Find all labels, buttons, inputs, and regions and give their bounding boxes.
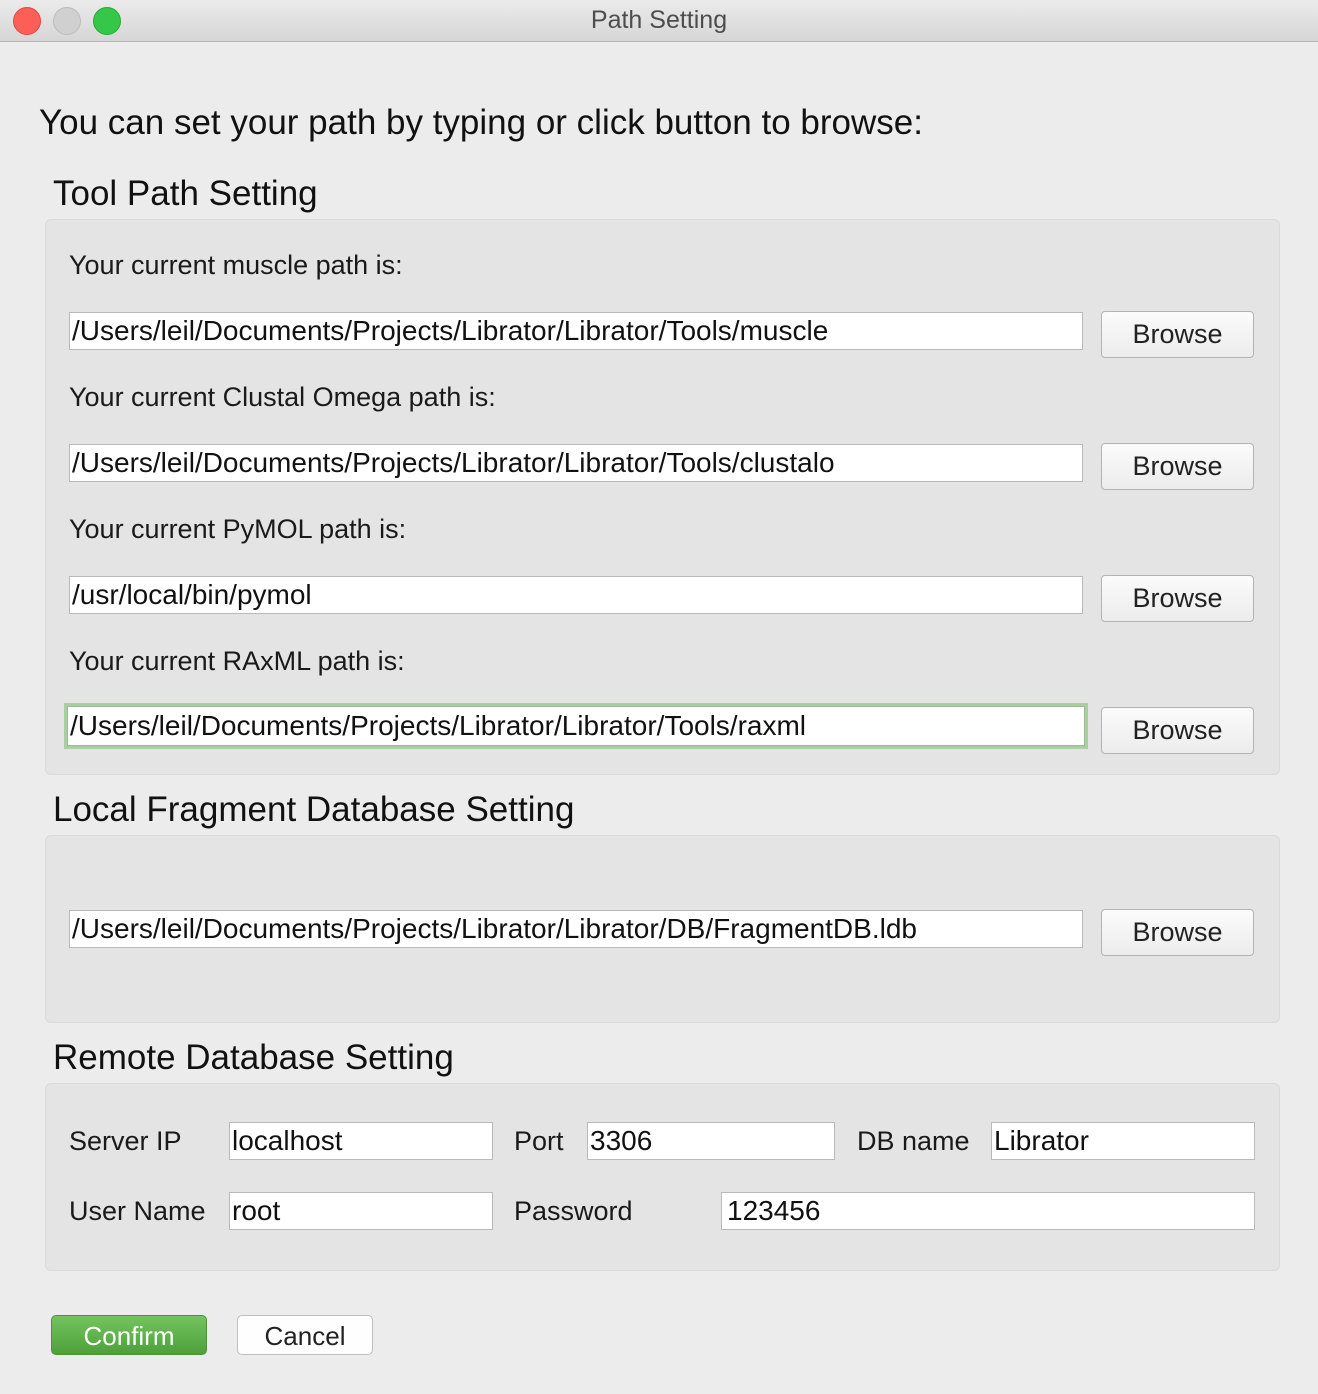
browse-raxml-button[interactable]: Browse <box>1101 707 1254 754</box>
pymol-path-label: Your current PyMOL path is: <box>69 514 407 544</box>
browse-fragment-db-button[interactable]: Browse <box>1101 909 1254 956</box>
db-name-input[interactable] <box>991 1122 1255 1160</box>
muscle-path-input[interactable] <box>69 312 1083 350</box>
password-input[interactable] <box>721 1192 1255 1230</box>
user-name-label: User Name <box>69 1196 206 1226</box>
remote-db-section-title: Remote Database Setting <box>53 1038 454 1077</box>
server-ip-input[interactable] <box>229 1122 493 1160</box>
browse-pymol-button[interactable]: Browse <box>1101 575 1254 622</box>
browse-clustal-button[interactable]: Browse <box>1101 443 1254 490</box>
fragment-db-path-input[interactable] <box>69 910 1083 948</box>
db-name-label: DB name <box>857 1126 970 1156</box>
window-title: Path Setting <box>590 6 728 34</box>
instruction-text: You can set your path by typing or click… <box>39 103 923 142</box>
raxml-path-input[interactable] <box>67 706 1085 746</box>
confirm-button[interactable]: Confirm <box>51 1315 207 1355</box>
local-db-section-title: Local Fragment Database Setting <box>53 790 575 829</box>
pymol-path-input[interactable] <box>69 576 1083 614</box>
clustal-path-input[interactable] <box>69 444 1083 482</box>
user-name-input[interactable] <box>229 1192 493 1230</box>
port-label: Port <box>514 1126 564 1156</box>
tool-path-group <box>45 219 1280 775</box>
password-label: Password <box>514 1196 633 1226</box>
title-bar: Path Setting <box>0 0 1318 42</box>
browse-muscle-button[interactable]: Browse <box>1101 311 1254 358</box>
port-input[interactable] <box>587 1122 835 1160</box>
server-ip-label: Server IP <box>69 1126 182 1156</box>
remote-db-group <box>45 1083 1280 1271</box>
muscle-path-label: Your current muscle path is: <box>69 250 403 280</box>
cancel-button[interactable]: Cancel <box>237 1315 373 1355</box>
tool-path-section-title: Tool Path Setting <box>53 174 318 213</box>
clustal-path-label: Your current Clustal Omega path is: <box>69 382 496 412</box>
raxml-path-label: Your current RAxML path is: <box>69 646 405 676</box>
